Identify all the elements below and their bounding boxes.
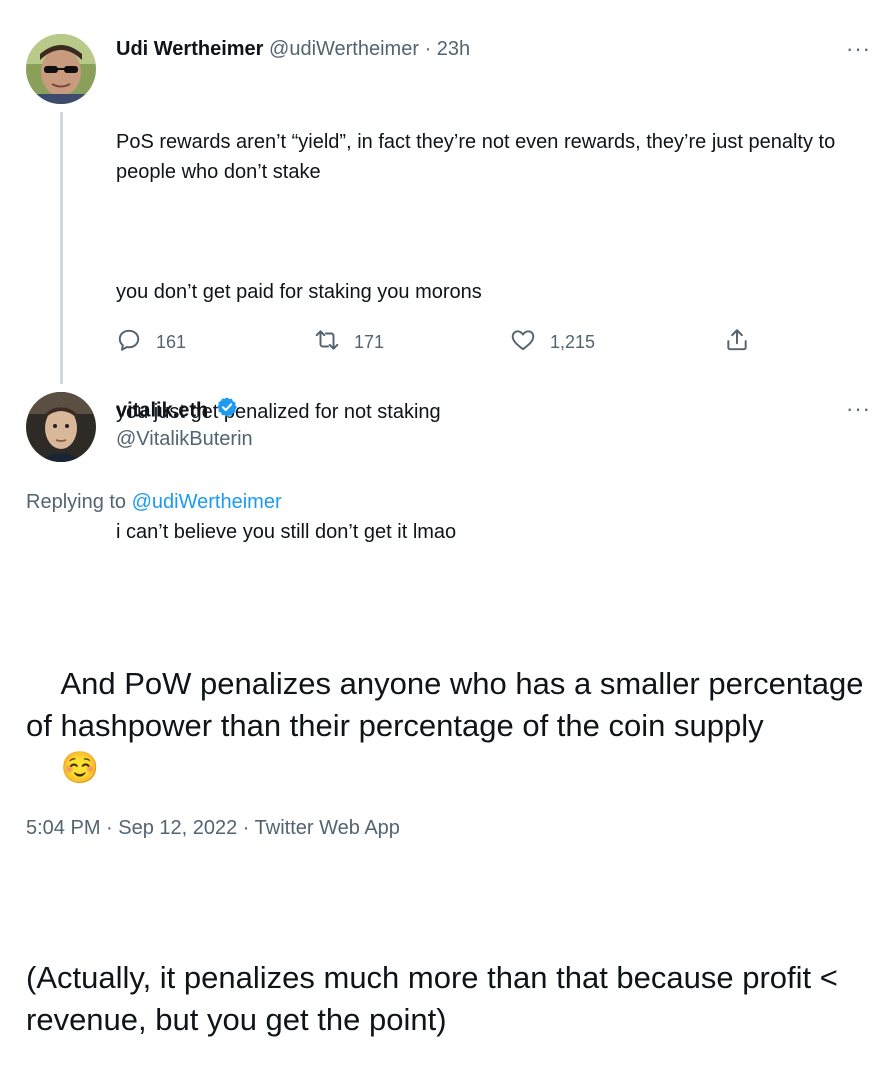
main-tweet-text: And PoW penalizes anyone who has a small… <box>26 537 870 1083</box>
tweet-timestamp[interactable]: 5:04 PM · Sep 12, 2022 · Twitter Web App <box>26 815 400 841</box>
main-tweet-author: vitalik.eth <box>116 396 238 425</box>
more-options-icon[interactable]: ··· <box>846 398 871 420</box>
avatar-udi[interactable] <box>26 34 96 104</box>
reply-button[interactable]: 161 <box>116 327 186 358</box>
tweet-paragraph: you don’t get paid for staking you moron… <box>116 281 482 303</box>
retweet-count: 171 <box>354 332 385 352</box>
handle-udi[interactable]: @udiWertheimer <box>269 38 419 60</box>
thread-line <box>60 112 63 384</box>
header-separator: · <box>424 38 432 60</box>
share-button[interactable] <box>724 327 750 358</box>
smiling-face-emoji: ☺️ <box>60 750 100 785</box>
like-button[interactable]: 1,215 <box>510 327 595 358</box>
reply-count: 161 <box>156 332 187 352</box>
handle-vitalik[interactable]: @VitalikButerin <box>116 426 253 452</box>
replying-to-handle[interactable]: @udiWertheimer <box>132 491 282 513</box>
more-options-icon[interactable]: ··· <box>846 38 871 60</box>
tweet-paragraph: PoS rewards aren’t “yield”, in fact they… <box>116 131 841 183</box>
time-ago[interactable]: 23h <box>437 38 470 60</box>
display-name-vitalik[interactable]: vitalik.eth <box>116 400 208 422</box>
verified-badge-icon <box>216 396 238 425</box>
share-icon <box>724 327 750 358</box>
replying-to-label: Replying to <box>26 491 127 513</box>
retweet-icon <box>314 327 340 358</box>
like-count: 1,215 <box>550 332 596 352</box>
parent-tweet-header: Udi Wertheimer @udiWertheimer · 23h <box>116 36 470 62</box>
replying-to: Replying to @udiWertheimer <box>26 489 282 515</box>
heart-icon <box>510 327 536 358</box>
avatar-vitalik[interactable] <box>26 392 96 462</box>
tweet-paragraph: And PoW penalizes anyone who has a small… <box>26 621 870 831</box>
retweet-button[interactable]: 171 <box>314 327 384 358</box>
display-name-udi[interactable]: Udi Wertheimer <box>116 38 263 60</box>
reply-icon <box>116 327 142 358</box>
tweet-paragraph-text: And PoW penalizes anyone who has a small… <box>26 666 873 743</box>
tweet-paragraph: (Actually, it penalizes much more than t… <box>26 960 847 1037</box>
